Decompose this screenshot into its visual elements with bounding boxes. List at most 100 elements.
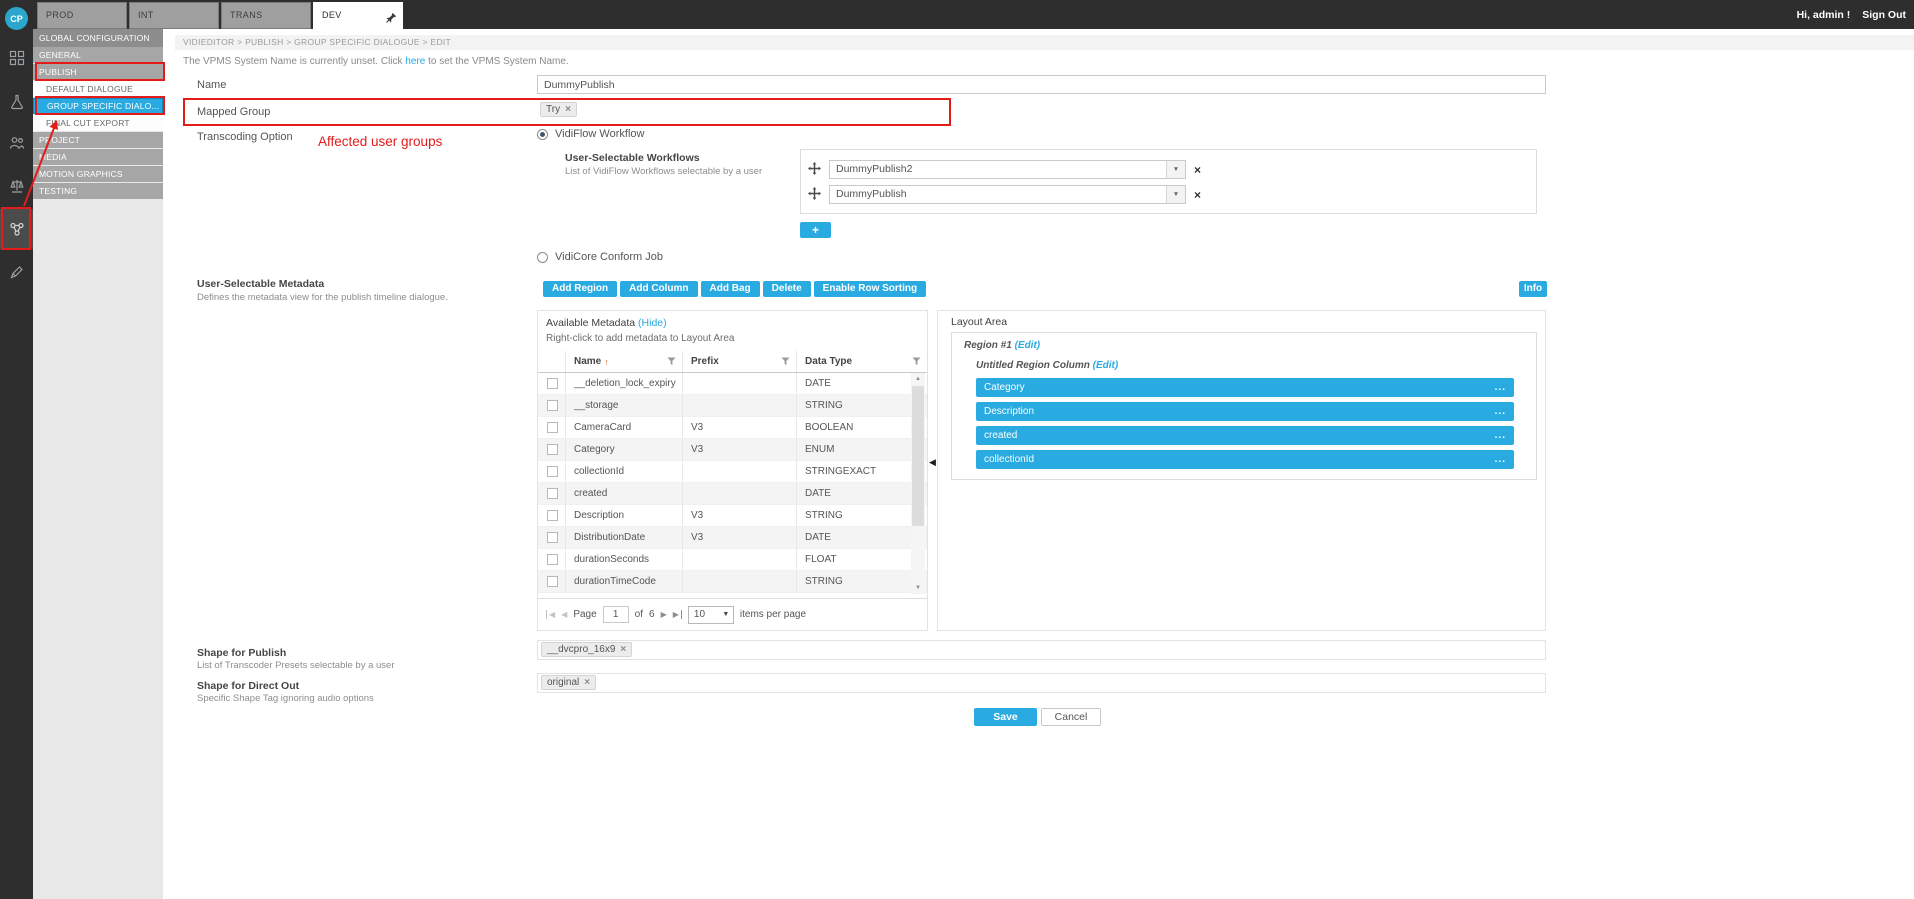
- nav-item-testing[interactable]: TESTING: [33, 183, 163, 199]
- prev-page-icon[interactable]: ◀: [561, 610, 567, 619]
- add-column-button[interactable]: Add Column: [620, 281, 697, 297]
- layout-item-collectionid[interactable]: collectionId ...: [976, 450, 1514, 469]
- vpms-here-link[interactable]: here: [405, 56, 425, 67]
- row-checkbox[interactable]: [547, 422, 558, 433]
- breadcrumb[interactable]: VIDIEDITOR > PUBLISH > GROUP SPECIFIC DI…: [175, 35, 1914, 50]
- delete-button[interactable]: Delete: [763, 281, 811, 297]
- last-page-icon[interactable]: ▶: [673, 610, 682, 619]
- row-checkbox[interactable]: [547, 510, 558, 521]
- flask-icon[interactable]: [0, 87, 33, 117]
- remove-tag-icon[interactable]: ×: [620, 645, 626, 655]
- metadata-row[interactable]: created DATE: [538, 483, 927, 505]
- hide-link[interactable]: (Hide): [638, 317, 667, 329]
- user-avatar[interactable]: CP: [5, 7, 28, 30]
- item-menu-icon[interactable]: ...: [1495, 454, 1506, 465]
- filter-icon[interactable]: [781, 357, 790, 366]
- column-header-prefix[interactable]: Prefix: [683, 351, 797, 372]
- pin-icon[interactable]: [385, 9, 397, 33]
- scale-icon[interactable]: [0, 171, 33, 201]
- layout-item-description[interactable]: Description ...: [976, 402, 1514, 421]
- save-button[interactable]: Save: [974, 708, 1037, 726]
- add-workflow-button[interactable]: +: [800, 222, 831, 238]
- metadata-row[interactable]: DistributionDate V3 DATE: [538, 527, 927, 549]
- item-menu-icon[interactable]: ...: [1495, 382, 1506, 393]
- grid-scrollbar[interactable]: ▲ ▼: [911, 373, 925, 594]
- shape-publish-tag[interactable]: __dvcpro_16x9 ×: [541, 642, 632, 657]
- item-menu-icon[interactable]: ...: [1495, 406, 1506, 417]
- workflow-dropdown[interactable]: DummyPublish ▼: [829, 185, 1186, 204]
- add-bag-button[interactable]: Add Bag: [701, 281, 760, 297]
- scroll-thumb[interactable]: [912, 386, 924, 526]
- metadata-row[interactable]: durationTimeCode STRING: [538, 571, 927, 593]
- row-checkbox[interactable]: [547, 444, 558, 455]
- nav-item-motion-graphics[interactable]: MOTION GRAPHICS: [33, 166, 163, 182]
- remove-workflow-icon[interactable]: ×: [1194, 188, 1201, 202]
- layout-item-category[interactable]: Category ...: [976, 378, 1514, 397]
- nav-item-final-cut-export[interactable]: FINAL CUT EXPORT: [33, 115, 163, 131]
- item-menu-icon[interactable]: ...: [1495, 430, 1506, 441]
- scroll-down-icon[interactable]: ▼: [911, 582, 925, 594]
- column-edit-link[interactable]: (Edit): [1093, 360, 1119, 371]
- filter-icon[interactable]: [912, 357, 921, 366]
- scroll-up-icon[interactable]: ▲: [911, 373, 925, 385]
- enable-row-sorting-button[interactable]: Enable Row Sorting: [814, 281, 926, 297]
- row-checkbox[interactable]: [547, 554, 558, 565]
- drag-handle-icon[interactable]: [808, 162, 821, 178]
- column-header-data-type[interactable]: Data Type: [797, 351, 927, 372]
- metadata-row[interactable]: Description V3 STRING: [538, 505, 927, 527]
- configuration-nodes-icon[interactable]: [0, 209, 33, 249]
- region-edit-link[interactable]: (Edit): [1015, 340, 1041, 351]
- nav-item-general[interactable]: GENERAL: [33, 47, 163, 63]
- row-checkbox[interactable]: [547, 378, 558, 389]
- shape-for-direct-out-field[interactable]: original ×: [537, 673, 1546, 693]
- metadata-row[interactable]: durationSeconds FLOAT: [538, 549, 927, 571]
- splitter-collapse-icon[interactable]: ◀: [929, 457, 936, 468]
- page-input[interactable]: [603, 606, 629, 623]
- metadata-row[interactable]: collectionId STRINGEXACT: [538, 461, 927, 483]
- nav-item-default-dialogue[interactable]: DEFAULT DIALOGUE: [33, 81, 163, 97]
- layout-item-created[interactable]: created ...: [976, 426, 1514, 445]
- metadata-row[interactable]: __deletion_lock_expiry DATE: [538, 373, 927, 395]
- page-size-select[interactable]: 10 ▼: [688, 606, 734, 624]
- tab-int[interactable]: INT: [129, 2, 219, 29]
- sign-out-link[interactable]: Sign Out: [1862, 9, 1906, 21]
- nav-item-media[interactable]: MEDIA: [33, 149, 163, 165]
- row-checkbox[interactable]: [547, 400, 558, 411]
- row-checkbox[interactable]: [547, 466, 558, 477]
- row-checkbox[interactable]: [547, 576, 558, 587]
- row-checkbox[interactable]: [547, 488, 558, 499]
- info-button[interactable]: Info: [1519, 281, 1547, 297]
- chevron-down-icon[interactable]: ▼: [1166, 161, 1185, 178]
- mapped-group-tag[interactable]: Try ×: [540, 102, 577, 117]
- workflow-dropdown[interactable]: DummyPublish2 ▼: [829, 160, 1186, 179]
- vidiflow-radio[interactable]: [537, 129, 548, 140]
- metadata-row[interactable]: CameraCard V3 BOOLEAN: [538, 417, 927, 439]
- vidicore-radio[interactable]: [537, 252, 548, 263]
- nav-item-publish[interactable]: PUBLISH: [33, 64, 163, 80]
- remove-tag-icon[interactable]: ×: [565, 105, 571, 115]
- remove-tag-icon[interactable]: ×: [584, 678, 590, 688]
- chevron-down-icon[interactable]: ▼: [1166, 186, 1185, 203]
- grid-modules-icon[interactable]: [0, 43, 33, 73]
- shape-direct-out-tag[interactable]: original ×: [541, 675, 596, 690]
- row-checkbox[interactable]: [547, 532, 558, 543]
- filter-icon[interactable]: [667, 357, 676, 366]
- first-page-icon[interactable]: ◀: [546, 610, 555, 619]
- metadata-row[interactable]: Category V3 ENUM: [538, 439, 927, 461]
- drag-handle-icon[interactable]: [808, 187, 821, 203]
- pen-icon[interactable]: [0, 257, 33, 287]
- column-header-name[interactable]: Name ↑: [566, 351, 683, 372]
- name-input[interactable]: [537, 75, 1546, 94]
- shape-for-publish-field[interactable]: __dvcpro_16x9 ×: [537, 640, 1546, 660]
- tab-trans[interactable]: TRANS: [221, 2, 311, 29]
- tab-dev[interactable]: DEV: [313, 2, 403, 29]
- nav-item-group-specific-dialogue[interactable]: GROUP SPECIFIC DIALO...: [33, 98, 163, 114]
- metadata-row[interactable]: __storage STRING: [538, 395, 927, 417]
- add-region-button[interactable]: Add Region: [543, 281, 617, 297]
- cancel-button[interactable]: Cancel: [1041, 708, 1101, 726]
- next-page-icon[interactable]: ▶: [661, 610, 667, 619]
- nav-item-project[interactable]: PROJECT: [33, 132, 163, 148]
- users-icon[interactable]: [0, 128, 33, 158]
- tab-prod[interactable]: PROD: [37, 2, 127, 29]
- remove-workflow-icon[interactable]: ×: [1194, 163, 1201, 177]
